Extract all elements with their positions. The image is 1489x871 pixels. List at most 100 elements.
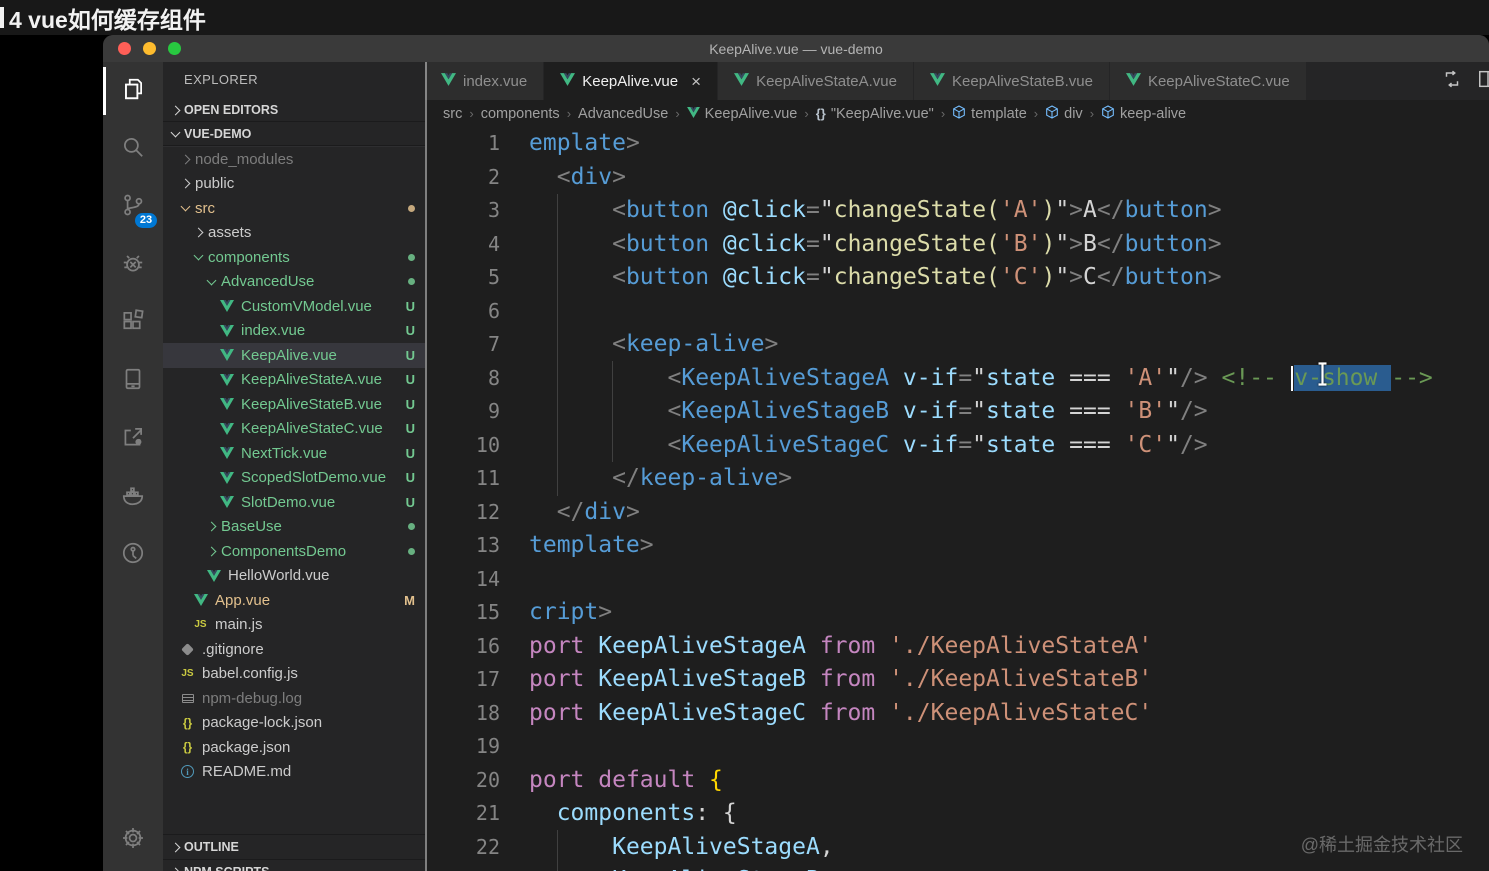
tree-item-assets[interactable]: assets xyxy=(163,221,425,246)
tree-item-keepalivestatec-vue[interactable]: KeepAliveStateC.vue U xyxy=(163,417,425,442)
tab-index-vue[interactable]: index.vue xyxy=(425,62,545,100)
activity-explorer-button[interactable] xyxy=(103,62,163,120)
code-line-3[interactable]: 3 <button @click="changeState('A')">A</b… xyxy=(425,194,1489,228)
code-line-18[interactable]: 18 port KeepAliveStageC from './KeepAlive… xyxy=(425,697,1489,731)
code-line-2[interactable]: 2 <div> xyxy=(425,161,1489,195)
line-number: 1 xyxy=(487,131,500,155)
tree-item-app-vue[interactable]: App.vue M xyxy=(163,588,425,613)
code-line-23[interactable]: 23 KeepAliveStageB, xyxy=(425,864,1489,871)
code-line-4[interactable]: 4 <button @click="changeState('B')">B</b… xyxy=(425,228,1489,262)
tree-item-src[interactable]: src xyxy=(163,196,425,221)
activity-source-control-button[interactable]: 23 xyxy=(103,178,163,236)
vue-file-icon xyxy=(734,72,750,90)
git-status-badge: M xyxy=(404,592,415,608)
code-line-13[interactable]: 13 template> xyxy=(425,529,1489,563)
code-line-16[interactable]: 16 port KeepAliveStageA from './KeepAlive… xyxy=(425,630,1489,664)
breadcrumb-item-src[interactable]: src xyxy=(443,106,462,122)
activity-remote-explorer-button[interactable] xyxy=(103,352,163,410)
code-line-12[interactable]: 12 </div> xyxy=(425,496,1489,530)
sidebar-sash[interactable] xyxy=(425,62,427,871)
minimize-window-button[interactable] xyxy=(143,42,156,55)
tree-item-package-json[interactable]: {} package.json xyxy=(163,735,425,760)
tree-item-customvmodel-vue[interactable]: CustomVModel.vue U xyxy=(163,294,425,319)
tree-item-componentsdemo[interactable]: ComponentsDemo xyxy=(163,539,425,564)
code-line-14[interactable]: 14 xyxy=(425,563,1489,597)
code-line-5[interactable]: 5 <button @click="changeState('C')">C</b… xyxy=(425,261,1489,295)
tree-item-npm-debug-log[interactable]: npm-debug.log xyxy=(163,686,425,711)
watermark: @稀土掘金技术社区 xyxy=(1300,835,1463,855)
breadcrumb-separator: › xyxy=(675,106,680,121)
cut-glyph xyxy=(0,7,4,28)
code-line-21[interactable]: 21 components: { xyxy=(425,797,1489,831)
code-line-17[interactable]: 17 port KeepAliveStageB from './KeepAlive… xyxy=(425,663,1489,697)
section-outline[interactable]: OUTLINE xyxy=(163,834,425,859)
code-line-10[interactable]: 10 <KeepAliveStageC v-if="state === 'C'"… xyxy=(425,429,1489,463)
breadcrumb-item-advanceduse[interactable]: AdvancedUse xyxy=(578,106,668,122)
breadcrumb-item-keepalive-vue[interactable]: KeepAlive.vue xyxy=(686,106,797,122)
tree-item-components[interactable]: components xyxy=(163,245,425,270)
tree-item-main-js[interactable]: JS main.js xyxy=(163,613,425,638)
tree-item-baseuse[interactable]: BaseUse xyxy=(163,515,425,540)
breadcrumb-item--keepalive-vue-[interactable]: {} "KeepAlive.vue" xyxy=(816,106,934,122)
screen: 4 vue如何缓存组件 KeepAlive.vue — vue-demo 23 … xyxy=(0,0,1489,871)
tab-keepalivestatec-vue[interactable]: KeepAliveStateC.vue xyxy=(1109,62,1307,100)
close-window-button[interactable] xyxy=(118,42,131,55)
activity-run-debug-button[interactable] xyxy=(103,236,163,294)
activity-search-button[interactable] xyxy=(103,120,163,178)
code-line-20[interactable]: 20 port default { xyxy=(425,764,1489,798)
tree-item-readme-md[interactable]: i README.md xyxy=(163,760,425,785)
section-npm-scripts[interactable]: NPM SCRIPTS xyxy=(163,859,425,871)
tree-item-node-modules[interactable]: node_modules xyxy=(163,147,425,172)
code-line-7[interactable]: 7 <keep-alive> xyxy=(425,328,1489,362)
tab-keepalivestatea-vue[interactable]: KeepAliveStateA.vue xyxy=(718,62,914,100)
readme-file-icon: i xyxy=(179,765,196,779)
code-editor[interactable]: 1 emplate> 2 <div> 3 <button @click="change… xyxy=(425,127,1489,871)
tree-item-index-vue[interactable]: index.vue U xyxy=(163,319,425,344)
activity-gitlens-button[interactable] xyxy=(103,526,163,584)
vue-file-icon xyxy=(1125,72,1141,90)
tree-item-keepalivestatea-vue[interactable]: KeepAliveStateA.vue U xyxy=(163,368,425,393)
breadcrumb-item-div[interactable]: div xyxy=(1045,104,1083,123)
breadcrumb-item-template[interactable]: template xyxy=(952,104,1027,123)
titlebar[interactable]: KeepAlive.vue — vue-demo xyxy=(103,35,1489,62)
tree-item-advanceduse[interactable]: AdvancedUse xyxy=(163,270,425,295)
tree-item-package-lock-json[interactable]: {} package-lock.json xyxy=(163,711,425,736)
section-vue-demo[interactable]: VUE-DEMO xyxy=(163,122,425,146)
tab-keepalivestateb-vue[interactable]: KeepAliveStateB.vue xyxy=(914,62,1110,100)
tree-item-slotdemo-vue[interactable]: SlotDemo.vue U xyxy=(163,490,425,515)
tree-item-helloworld-vue[interactable]: HelloWorld.vue xyxy=(163,564,425,589)
breadcrumb-item-keep-alive[interactable]: keep-alive xyxy=(1101,104,1186,123)
tree-item-nexttick-vue[interactable]: NextTick.vue U xyxy=(163,441,425,466)
zoom-window-button[interactable] xyxy=(168,42,181,55)
line-number: 11 xyxy=(475,466,500,490)
line-number: 14 xyxy=(475,566,500,591)
git-status-dot xyxy=(408,204,415,212)
vue-file-icon xyxy=(192,594,209,607)
tree-item-scopedslotdemo-vue[interactable]: ScopedSlotDemo.vue U xyxy=(163,466,425,491)
code-line-6[interactable]: 6 xyxy=(425,295,1489,329)
activity-screen-share-button[interactable] xyxy=(103,410,163,468)
tree-item-public[interactable]: public xyxy=(163,172,425,197)
activity-docker-button[interactable] xyxy=(103,468,163,526)
tree-item--gitignore[interactable]: .gitignore xyxy=(163,637,425,662)
code-line-11[interactable]: 11 </keep-alive> xyxy=(425,462,1489,496)
chevron-down-icon xyxy=(180,201,191,212)
line-number: 6 xyxy=(487,298,500,323)
tree-item-keepalivestateb-vue[interactable]: KeepAliveStateB.vue U xyxy=(163,392,425,417)
toggle-changes-icon[interactable] xyxy=(1441,68,1463,95)
section-open-editors[interactable]: OPEN EDITORS xyxy=(163,98,425,122)
code-line-9[interactable]: 9 <KeepAliveStageB v-if="state === 'B'"/… xyxy=(425,395,1489,429)
tab-keepalive-vue[interactable]: KeepAlive.vue × xyxy=(544,62,719,100)
line-number: 3 xyxy=(487,198,500,222)
code-line-15[interactable]: 15 cript> xyxy=(425,596,1489,630)
close-tab-icon[interactable]: × xyxy=(691,73,701,90)
breadcrumb-item-components[interactable]: components xyxy=(481,106,560,122)
code-line-1[interactable]: 1 emplate> xyxy=(425,127,1489,161)
code-line-19[interactable]: 19 xyxy=(425,730,1489,764)
tree-item-babel-config-js[interactable]: JS babel.config.js xyxy=(163,662,425,687)
activity-extensions-button[interactable] xyxy=(103,294,163,352)
activity-settings-button[interactable] xyxy=(103,811,163,869)
split-editor-icon[interactable] xyxy=(1477,68,1489,95)
run-debug-icon xyxy=(120,250,146,281)
tree-item-keepalive-vue[interactable]: KeepAlive.vue U xyxy=(163,343,425,368)
